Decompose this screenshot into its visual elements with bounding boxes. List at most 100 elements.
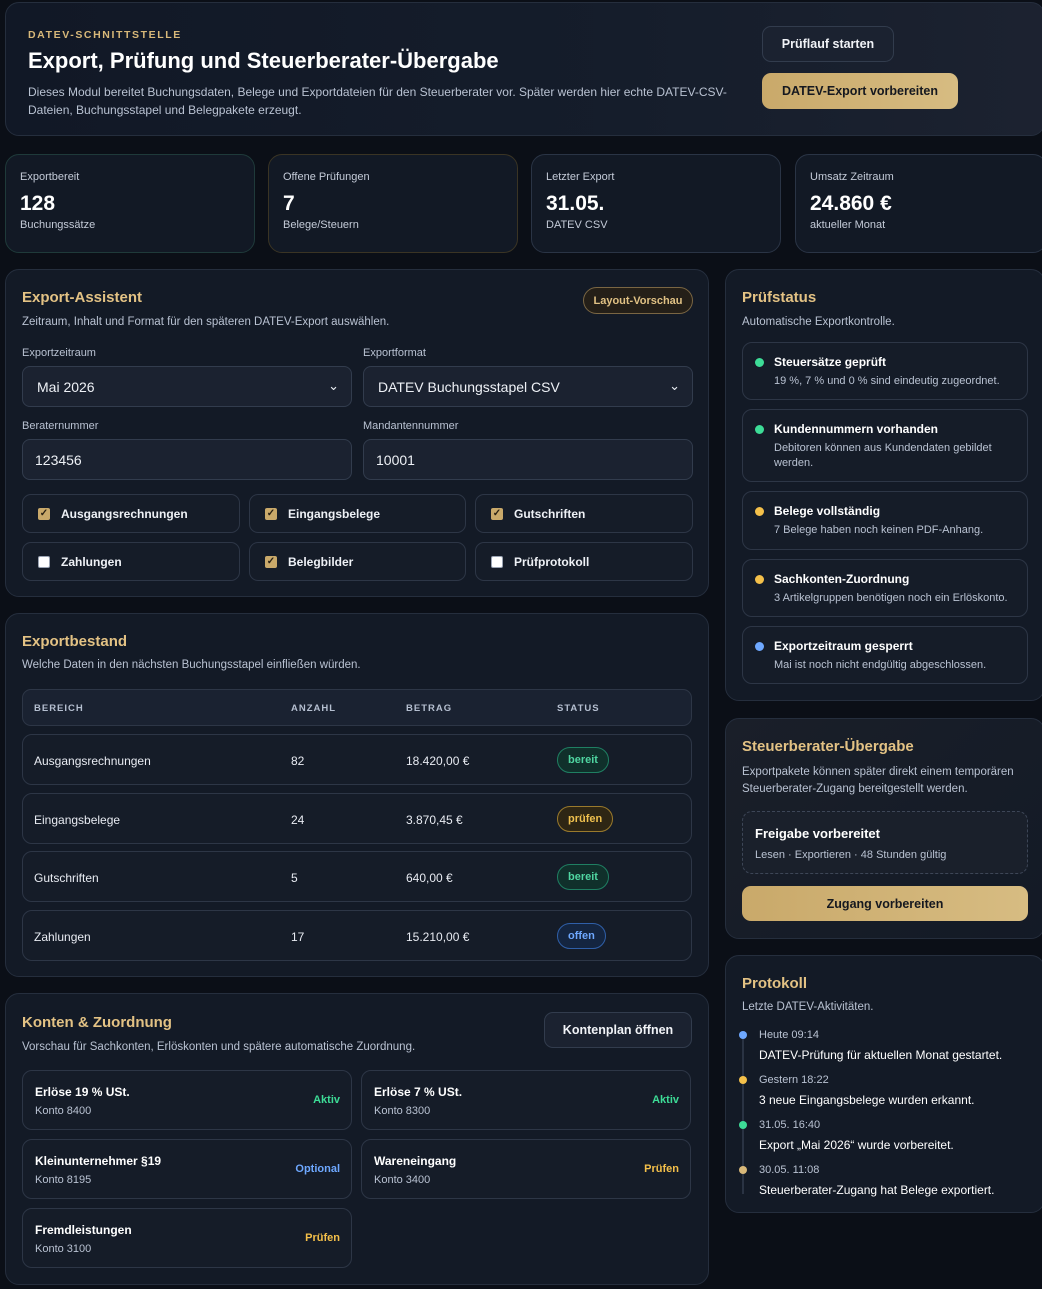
account-number: Konto 8400 — [35, 1105, 92, 1117]
account-number: Konto 3400 — [374, 1174, 431, 1186]
start-check-button[interactable]: Prüflauf starten — [762, 26, 894, 62]
checkbox-checked-icon[interactable]: ✓ — [265, 555, 277, 568]
option-payments[interactable]: Zahlungen — [22, 542, 240, 581]
stat-sub: DATEV CSV — [546, 219, 608, 231]
table-row[interactable]: Gutschriften 5 640,00 € bereit — [22, 851, 692, 902]
table-row[interactable]: Eingangsbelege 24 3.870,45 € prüfen — [22, 793, 692, 844]
option-label: Ausgangsrechnungen — [61, 506, 188, 521]
handover-box-desc: Lesen · Exportieren · 48 Stunden gültig — [755, 849, 947, 861]
cell-count: 17 — [291, 930, 305, 944]
cell-amount: 18.420,00 € — [406, 754, 470, 768]
cell-area: Ausgangsrechnungen — [34, 754, 151, 768]
account-status: Prüfen — [644, 1163, 679, 1175]
log-message: Export „Mai 2026“ wurde vorbereitet. — [759, 1138, 954, 1152]
stat-label: Letzter Export — [546, 171, 615, 183]
check-item: Exportzeitraum gesperrt Mai ist noch nic… — [742, 626, 1028, 684]
prepare-access-button[interactable]: Zugang vorbereiten — [742, 886, 1028, 921]
handover-box-title: Freigabe vorbereitet — [755, 826, 880, 841]
stat-card-export-ready: Exportbereit 128 Buchungssätze — [5, 154, 255, 253]
advisor-number-input[interactable]: 123456 — [22, 439, 352, 480]
log-message: 3 neue Eingangsbelege wurden erkannt. — [759, 1093, 975, 1107]
account-card[interactable]: Erlöse 7 % USt. Konto 8300 Aktiv — [361, 1070, 691, 1130]
period-select[interactable]: Mai 2026 ⌄ — [22, 366, 352, 407]
col-status: STATUS — [557, 703, 600, 714]
cell-area: Zahlungen — [34, 930, 91, 944]
account-status: Aktiv — [652, 1094, 679, 1106]
col-amount: BETRAG — [406, 703, 453, 714]
export-assistant-panel: Export-Assistent Zeitraum, Inhalt und Fo… — [5, 269, 709, 597]
option-credit-notes[interactable]: ✓ Gutschriften — [475, 494, 693, 533]
timeline-dot-icon — [739, 1121, 747, 1129]
checkbox-checked-icon[interactable]: ✓ — [38, 507, 50, 520]
col-area: BEREICH — [34, 703, 84, 714]
log-time: 31.05. 16:40 — [759, 1119, 821, 1131]
client-label: Mandantennummer — [363, 420, 459, 432]
timeline-dot-icon — [739, 1076, 747, 1084]
account-card[interactable]: Fremdleistungen Konto 3100 Prüfen — [22, 1208, 352, 1268]
account-card[interactable]: Wareneingang Konto 3400 Prüfen — [361, 1139, 691, 1199]
log-title: Protokoll — [742, 975, 808, 992]
option-outgoing-invoices[interactable]: ✓ Ausgangsrechnungen — [22, 494, 240, 533]
status-dot-icon — [755, 425, 764, 434]
log-message: DATEV-Prüfung für aktuellen Monat gestar… — [759, 1048, 1003, 1062]
activity-log-panel: Protokoll Letzte DATEV-Aktivitäten. Heut… — [725, 955, 1042, 1213]
log-message: Steuerberater-Zugang hat Belege exportie… — [759, 1183, 995, 1197]
account-status: Optional — [295, 1163, 340, 1175]
check-item: Belege vollständig 7 Belege haben noch k… — [742, 491, 1028, 550]
check-item: Steuersätze geprüft 19 %, 7 % und 0 % si… — [742, 342, 1028, 400]
header-kicker: DATEV-SCHNITTSTELLE — [28, 29, 182, 41]
cell-count: 82 — [291, 754, 305, 768]
open-chart-of-accounts-button[interactable]: Kontenplan öffnen — [544, 1012, 692, 1048]
checkbox-checked-icon[interactable]: ✓ — [491, 507, 503, 520]
check-item: Sachkonten-Zuordnung 3 Artikelgruppen be… — [742, 559, 1028, 617]
stat-value: 7 — [283, 192, 295, 215]
assistant-subtitle: Zeitraum, Inhalt und Format für den spät… — [22, 316, 390, 328]
account-status: Aktiv — [313, 1094, 340, 1106]
accounts-panel: Konten & Zuordnung Vorschau für Sachkont… — [5, 993, 709, 1285]
cell-area: Gutschriften — [34, 871, 99, 885]
log-time: 30.05. 11:08 — [759, 1164, 820, 1176]
check-item-desc: Mai ist noch nicht endgültig abgeschloss… — [774, 659, 987, 671]
option-audit-log[interactable]: Prüfprotokoll — [475, 542, 693, 581]
table-row[interactable]: Ausgangsrechnungen 82 18.420,00 € bereit — [22, 734, 692, 785]
option-receipt-images[interactable]: ✓ Belegbilder — [249, 542, 466, 581]
status-badge: offen — [557, 923, 606, 949]
format-select[interactable]: DATEV Buchungsstapel CSV ⌄ — [363, 366, 693, 407]
inventory-subtitle: Welche Daten in den nächsten Buchungssta… — [22, 659, 361, 671]
status-dot-icon — [755, 507, 764, 516]
table-row[interactable]: Zahlungen 17 15.210,00 € offen — [22, 910, 692, 961]
account-number: Konto 8300 — [374, 1105, 431, 1117]
check-status-subtitle: Automatische Exportkontrolle. — [742, 316, 895, 328]
advisor-label: Beraternummer — [22, 420, 99, 432]
checkbox-checked-icon[interactable]: ✓ — [265, 507, 277, 520]
account-card[interactable]: Erlöse 19 % USt. Konto 8400 Aktiv — [22, 1070, 352, 1130]
chevron-down-icon: ⌄ — [669, 378, 680, 393]
checkbox-unchecked-icon[interactable] — [38, 555, 50, 568]
cell-amount: 15.210,00 € — [406, 930, 470, 944]
stat-label: Offene Prüfungen — [283, 171, 370, 183]
cell-amount: 3.870,45 € — [406, 813, 463, 827]
account-card[interactable]: Kleinunternehmer §19 Konto 8195 Optional — [22, 1139, 352, 1199]
stat-card-revenue: Umsatz Zeitraum 24.860 € aktueller Monat — [795, 154, 1042, 253]
option-incoming-receipts[interactable]: ✓ Eingangsbelege — [249, 494, 466, 533]
stat-sub: Buchungssätze — [20, 219, 96, 231]
check-item-desc: 7 Belege haben noch keinen PDF-Anhang. — [774, 524, 984, 536]
format-value: DATEV Buchungsstapel CSV — [378, 378, 560, 395]
header-panel: DATEV-SCHNITTSTELLE Export, Prüfung und … — [5, 2, 1042, 136]
account-name: Wareneingang — [374, 1154, 457, 1168]
handover-box: Freigabe vorbereitet Lesen · Exportieren… — [742, 811, 1028, 874]
option-label: Zahlungen — [61, 554, 122, 569]
check-status-panel: Prüfstatus Automatische Exportkontrolle.… — [725, 269, 1042, 701]
account-name: Kleinunternehmer §19 — [35, 1154, 162, 1168]
status-dot-icon — [755, 358, 764, 367]
client-number-input[interactable]: 10001 — [363, 439, 693, 480]
header-description: Dieses Modul bereitet Buchungsdaten, Bel… — [28, 85, 727, 117]
status-badge: prüfen — [557, 806, 614, 832]
page-title: Export, Prüfung und Steuerberater-Überga… — [28, 48, 499, 73]
checkbox-unchecked-icon[interactable] — [491, 555, 503, 568]
check-status-title: Prüfstatus — [742, 289, 817, 306]
prepare-export-button[interactable]: DATEV-Export vorbereiten — [762, 73, 958, 109]
check-item: Kundennummern vorhanden Debitoren können… — [742, 409, 1028, 482]
status-badge: bereit — [557, 864, 609, 890]
chevron-down-icon: ⌄ — [328, 378, 339, 393]
